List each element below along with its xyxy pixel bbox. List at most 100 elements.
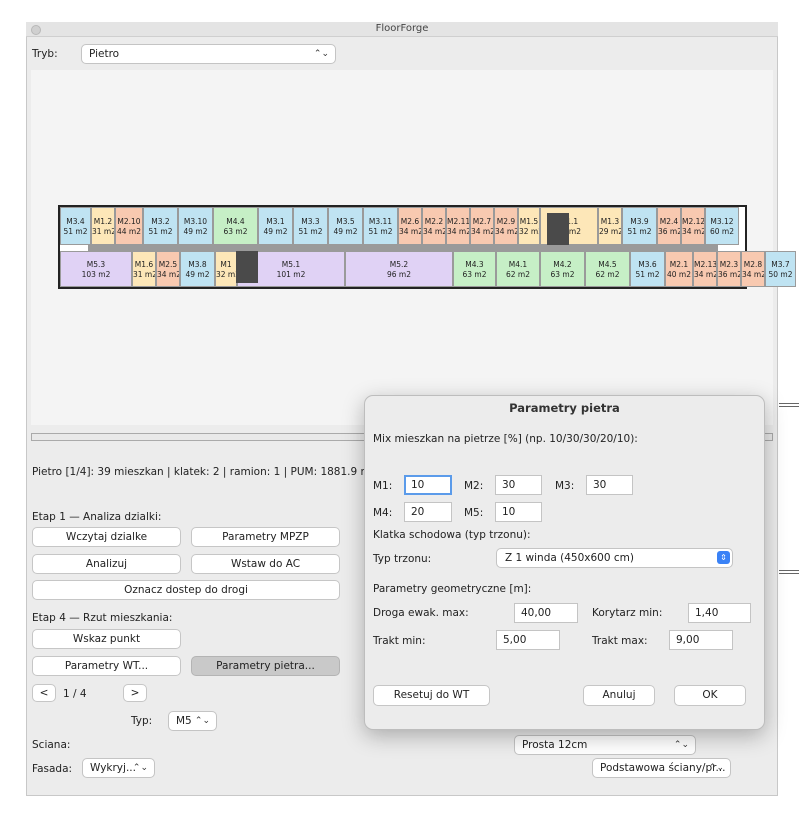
unit-area: 51 m2 [627, 227, 652, 236]
unit-area: 40 m2 [666, 270, 691, 279]
core-type-select[interactable]: Z 1 winda (450x600 cm) ⇕ [496, 548, 733, 568]
chevron-updown-icon: ⇕ [717, 551, 730, 564]
apartment-unit[interactable]: M2.11 34 m2 [446, 207, 470, 245]
apartment-unit[interactable]: M2.12 34 m2 [681, 207, 705, 245]
prev-floor-button[interactable]: < [32, 684, 56, 702]
m4-input[interactable]: 20 [404, 502, 452, 522]
apartment-unit[interactable]: M5.3 103 m2 [60, 251, 132, 287]
apartment-unit[interactable]: M2.3 36 m2 [717, 251, 741, 287]
unit-area: 49 m2 [263, 227, 288, 236]
next-floor-button[interactable]: > [123, 684, 147, 702]
corridor-input[interactable]: 1,40 [688, 603, 751, 623]
insert-ac-button[interactable]: Wstaw do AC [191, 554, 340, 574]
floor-params-button[interactable]: Parametry pietra... [191, 656, 340, 676]
apartment-unit[interactable]: M2.8 34 m2 [741, 251, 765, 287]
load-plot-button[interactable]: Wczytaj dzialke [32, 527, 181, 547]
apartment-unit[interactable]: M1.3 29 m2 [598, 207, 622, 245]
apartment-unit[interactable]: M1.2 31 m2 [91, 207, 115, 245]
trakt-max-input[interactable]: 9,00 [669, 630, 733, 650]
m4-label: M4: [373, 507, 393, 519]
floor-plan: M3.4 51 m2 M1.2 31 m2 M2.10 44 m2 M3.2 51 m2 M3.… [58, 205, 796, 289]
cancel-button[interactable]: Anuluj [583, 685, 655, 706]
apartment-unit[interactable]: M4.4 63 m2 [213, 207, 258, 245]
apartment-unit[interactable]: M3.8 49 m2 [180, 251, 215, 287]
apartment-unit[interactable]: M4.5 62 m2 [585, 251, 630, 287]
unit-area: 34 m2 [447, 227, 470, 236]
m3-input[interactable]: 30 [586, 475, 633, 495]
unit-name: M3.4 [66, 217, 85, 226]
unit-area: 63 m2 [462, 270, 487, 279]
chevron-updown-icon: ⌃⌄ [673, 740, 689, 750]
wt-params-button[interactable]: Parametry WT... [32, 656, 181, 676]
pick-point-button[interactable]: Wskaz punkt [32, 629, 181, 649]
apartment-unit[interactable]: M1.6 31 m2 [132, 251, 156, 287]
chevron-updown-icon: ⌃⌄ [132, 763, 148, 773]
mode-select[interactable]: Pietro ⌃⌄ [81, 44, 336, 64]
corridor-label: Korytarz min: [592, 607, 663, 619]
ok-button[interactable]: OK [674, 685, 746, 706]
apartment-unit[interactable]: M5.2 96 m2 [345, 251, 453, 287]
unit-name: M4.4 [226, 217, 245, 226]
unit-area: 34 m2 [682, 227, 705, 236]
apartment-unit[interactable]: M3.12 60 m2 [705, 207, 739, 245]
apartment-unit[interactable]: M2.7 34 m2 [470, 207, 494, 245]
unit-area: 51 m2 [635, 270, 660, 279]
apartment-unit[interactable]: M3.11 51 m2 [363, 207, 398, 245]
apartment-unit[interactable]: M1.532 m2 [518, 207, 540, 245]
unit-area: 31 m2 [92, 227, 115, 236]
apartment-unit[interactable]: M2.5 34 m2 [156, 251, 180, 287]
apartment-unit[interactable]: M4.1 62 m2 [496, 251, 540, 287]
facade-style-select[interactable]: Podstawowa ściany/pr... ⌃⌄ [592, 758, 731, 778]
unit-area: 34 m2 [399, 227, 422, 236]
apartment-unit[interactable]: M2.13 34 m2 [693, 251, 717, 287]
analyze-button[interactable]: Analizuj [32, 554, 181, 574]
stair-label: Klatka schodowa (typ trzonu): [373, 529, 531, 541]
facade-detect-select[interactable]: Wykryj... ⌃⌄ [82, 758, 155, 778]
apartment-unit[interactable]: M2.6 34 m2 [398, 207, 422, 245]
apartment-unit[interactable]: M2.4 36 m2 [657, 207, 681, 245]
wall-label: Sciana: [32, 739, 71, 751]
apartment-unit[interactable]: M4.3 63 m2 [453, 251, 496, 287]
apartment-unit[interactable]: M2.1 40 m2 [665, 251, 693, 287]
unit-area: 34 m2 [742, 270, 765, 279]
mark-road-access-button[interactable]: Oznacz dostep do drogi [32, 580, 340, 600]
unit-name: M4.1 [508, 260, 528, 269]
apartment-unit[interactable]: M132 m2 [215, 251, 237, 287]
unit-name: M2.9 [496, 217, 516, 226]
apartment-unit[interactable]: M2.9 34 m2 [494, 207, 518, 245]
unit-area: 51 m2 [63, 227, 88, 236]
wall-type-select[interactable]: Prosta 12cm ⌃⌄ [514, 735, 696, 755]
apartment-unit[interactable]: M2.2 34 m2 [422, 207, 446, 245]
mpzp-params-button[interactable]: Parametry MPZP [191, 527, 340, 547]
m2-input[interactable]: 30 [495, 475, 542, 495]
apartment-unit[interactable]: M4.2 63 m2 [540, 251, 585, 287]
apartment-unit[interactable]: M3.6 51 m2 [630, 251, 665, 287]
apartment-unit[interactable]: M3.10 49 m2 [178, 207, 213, 245]
mode-label: Tryb: [32, 48, 58, 60]
unit-area: 34 m2 [471, 227, 494, 236]
unit-name: M3.1 [266, 217, 285, 226]
apartment-unit[interactable]: M2.10 44 m2 [115, 207, 143, 245]
m5-input[interactable]: 10 [495, 502, 542, 522]
reset-wt-button[interactable]: Resetuj do WT [373, 685, 490, 706]
unit-name: M3.6 [638, 260, 657, 269]
trakt-min-input[interactable]: 5,00 [496, 630, 560, 650]
dialog-title: Parametry pietra [509, 401, 620, 415]
unit-name: M3.10 [183, 217, 208, 226]
unit-name: M3.9 [630, 217, 649, 226]
apartment-unit[interactable]: M3.1 49 m2 [258, 207, 293, 245]
unit-type-select[interactable]: M5 ⌃⌄ [168, 711, 217, 731]
evac-label: Droga ewak. max: [373, 607, 469, 619]
apartment-unit[interactable]: M3.5 49 m2 [328, 207, 363, 245]
unit-name: M2.6 [400, 217, 420, 226]
apartment-unit[interactable]: M3.4 51 m2 [60, 207, 91, 245]
window-close-button[interactable] [31, 25, 41, 35]
apartment-unit[interactable]: M3.3 51 m2 [293, 207, 328, 245]
apartment-unit[interactable]: M3.7 50 m2 [765, 251, 796, 287]
mode-select-value: Pietro [89, 48, 120, 60]
evac-input[interactable]: 40,00 [514, 603, 578, 623]
apartment-unit[interactable]: M3.9 51 m2 [622, 207, 657, 245]
apartment-unit[interactable]: M3.2 51 m2 [143, 207, 178, 245]
m1-input[interactable]: 10 [404, 475, 452, 495]
unit-name: M3.12 [710, 217, 734, 226]
